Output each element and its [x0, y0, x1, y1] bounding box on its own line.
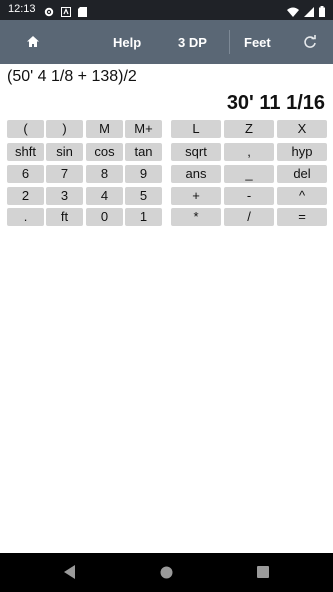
home-circle-icon[interactable] [160, 566, 173, 584]
key-x[interactable]: X [277, 120, 327, 138]
key-memory-plus[interactable]: M+ [125, 120, 162, 138]
key-cos[interactable]: cos [86, 143, 123, 161]
key-5[interactable]: 5 [125, 187, 162, 205]
key-sin[interactable]: sin [46, 143, 83, 161]
key-shift[interactable]: shft [7, 143, 44, 161]
app-toolbar: Help 3 DP Feet [0, 20, 333, 64]
key-3[interactable]: 3 [46, 187, 83, 205]
status-bar: 12:13 [0, 0, 333, 20]
key-4[interactable]: 4 [86, 187, 123, 205]
key-power[interactable]: ^ [277, 187, 327, 205]
key-plus[interactable]: + [171, 187, 221, 205]
key-comma[interactable]: , [224, 143, 274, 161]
expression-display: (50' 4 1/8 + 138)/2 [7, 68, 137, 85]
key-z[interactable]: Z [224, 120, 274, 138]
key-tan[interactable]: tan [125, 143, 162, 161]
back-icon[interactable] [64, 565, 76, 584]
key-divide[interactable]: / [224, 208, 274, 226]
key-memory[interactable]: M [86, 120, 123, 138]
key-6[interactable]: 6 [7, 165, 44, 183]
key-2[interactable]: 2 [7, 187, 44, 205]
key-feet[interactable]: ft [46, 208, 83, 226]
key-l[interactable]: L [171, 120, 221, 138]
recent-apps-icon[interactable] [257, 566, 269, 578]
key-9[interactable]: 9 [125, 165, 162, 183]
refresh-icon[interactable] [302, 34, 318, 50]
key-hyp[interactable]: hyp [277, 143, 327, 161]
key-open-paren[interactable]: ( [7, 120, 44, 138]
key-7[interactable]: 7 [46, 165, 83, 183]
key-8[interactable]: 8 [86, 165, 123, 183]
key-1[interactable]: 1 [125, 208, 162, 226]
toolbar-divider [229, 30, 230, 54]
key-delete[interactable]: del [277, 165, 327, 183]
decimal-places-button[interactable]: 3 DP [178, 35, 207, 50]
result-display: 30' 11 1/16 [226, 92, 325, 114]
key-multiply[interactable]: * [171, 208, 221, 226]
key-underscore[interactable]: _ [224, 165, 274, 183]
units-button[interactable]: Feet [244, 35, 271, 50]
key-decimal[interactable]: . [7, 208, 44, 226]
home-icon[interactable] [22, 33, 44, 51]
key-minus[interactable]: - [224, 187, 274, 205]
key-ans[interactable]: ans [171, 165, 221, 183]
status-time: 12:13 [8, 3, 36, 15]
key-close-paren[interactable]: ) [46, 120, 83, 138]
key-sqrt[interactable]: sqrt [171, 143, 221, 161]
help-button[interactable]: Help [113, 35, 141, 50]
key-0[interactable]: 0 [86, 208, 123, 226]
key-equals[interactable]: = [277, 208, 327, 226]
